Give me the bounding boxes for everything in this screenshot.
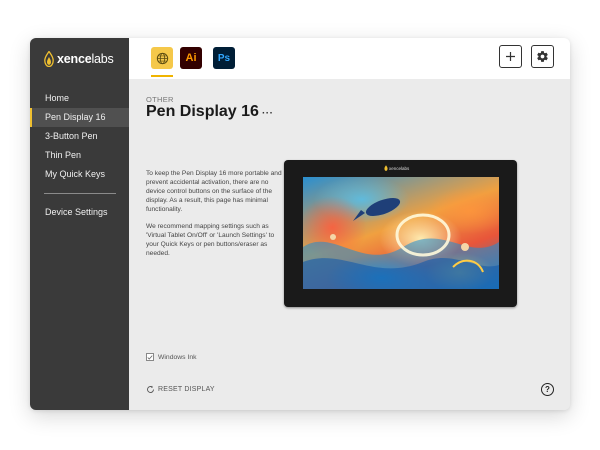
globe-icon — [156, 52, 168, 64]
photoshop-icon: Ps — [217, 52, 231, 64]
plus-icon — [506, 52, 515, 61]
page-title: Pen Display 16 ··· — [146, 103, 273, 121]
app-logo: xencelabs — [44, 50, 114, 68]
top-toolbar: Ai Ps — [129, 38, 570, 79]
add-button[interactable] — [499, 45, 522, 68]
sidebar-item-home[interactable]: Home — [30, 89, 129, 108]
windows-ink-label: Windows Ink — [158, 353, 197, 361]
active-tab-indicator — [151, 75, 173, 77]
device-logo: xencelabs — [384, 165, 409, 171]
help-button[interactable]: ? — [541, 383, 554, 396]
tab-illustrator[interactable]: Ai — [180, 47, 202, 69]
flame-logo-icon — [44, 51, 54, 67]
app-window: xencelabs Home Pen Display 16 3-Button P… — [30, 38, 570, 410]
check-icon — [147, 354, 153, 360]
reset-display-button[interactable]: RESET DISPLAY — [146, 385, 215, 394]
logo-wordmark: xencelabs — [57, 52, 114, 66]
sidebar-item-my-quick-keys[interactable]: My Quick Keys — [30, 165, 129, 184]
tab-photoshop[interactable]: Ps — [213, 47, 235, 69]
artwork-illustration — [303, 197, 499, 289]
sidebar-item-thin-pen[interactable]: Thin Pen — [30, 146, 129, 165]
windows-ink-checkbox[interactable] — [146, 353, 154, 361]
sidebar-nav: Home Pen Display 16 3-Button Pen Thin Pe… — [30, 89, 129, 222]
description-paragraph: We recommend mapping settings such as 'V… — [146, 223, 275, 257]
page-title-text: Pen Display 16 — [146, 103, 259, 120]
reset-icon — [146, 385, 155, 394]
sidebar-item-device-settings[interactable]: Device Settings — [30, 203, 129, 222]
device-image: xencelabs — [284, 160, 517, 307]
tab-global[interactable] — [151, 47, 173, 69]
reset-display-label: RESET DISPLAY — [158, 386, 215, 393]
flame-logo-icon — [384, 165, 388, 171]
gear-icon — [537, 51, 548, 62]
description: To keep the Pen Display 16 more portable… — [146, 169, 286, 266]
windows-ink-option: Windows Ink — [146, 353, 197, 361]
main-content: Ai Ps OTHER Pen Display 16 ··· To keep t… — [129, 38, 570, 410]
description-paragraph: To keep the Pen Display 16 more portable… — [146, 170, 282, 213]
sidebar: xencelabs Home Pen Display 16 3-Button P… — [30, 38, 129, 410]
device-logo-text: xencelabs — [389, 165, 410, 171]
settings-button[interactable] — [531, 45, 554, 68]
sidebar-item-3-button-pen[interactable]: 3-Button Pen — [30, 127, 129, 146]
device-screen-artwork — [303, 177, 499, 289]
sidebar-divider — [44, 193, 116, 194]
more-options-icon[interactable]: ··· — [262, 108, 274, 119]
help-icon: ? — [545, 385, 550, 394]
sidebar-item-pen-display-16[interactable]: Pen Display 16 — [30, 108, 129, 127]
illustrator-icon: Ai — [185, 52, 197, 64]
